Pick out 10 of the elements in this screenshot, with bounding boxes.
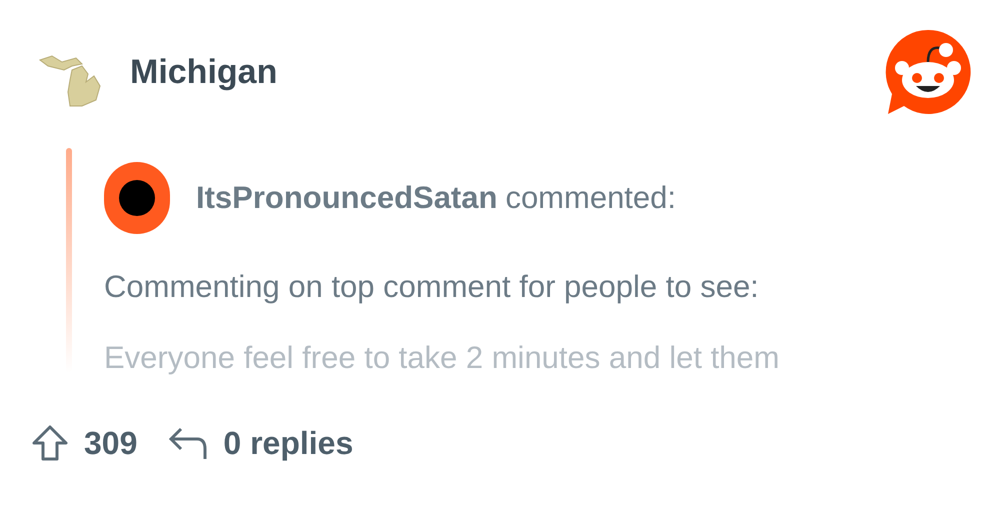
- action-text: commented:: [505, 178, 676, 217]
- upvote-arrow-icon[interactable]: [30, 423, 70, 463]
- upvote-count: 309: [84, 424, 138, 463]
- community-name[interactable]: Michigan: [130, 46, 278, 98]
- comment-text: Commenting on top comment for people to see:: [104, 268, 760, 306]
- alien-mascot-logo-icon: [884, 28, 972, 116]
- reply-arrow-icon[interactable]: [167, 425, 210, 461]
- comment-text: Everyone feel free to take 2 minutes and let them: [104, 338, 780, 376]
- reply-count[interactable]: 0 replies: [223, 419, 354, 467]
- username[interactable]: ItsPronouncedSatan: [196, 174, 498, 222]
